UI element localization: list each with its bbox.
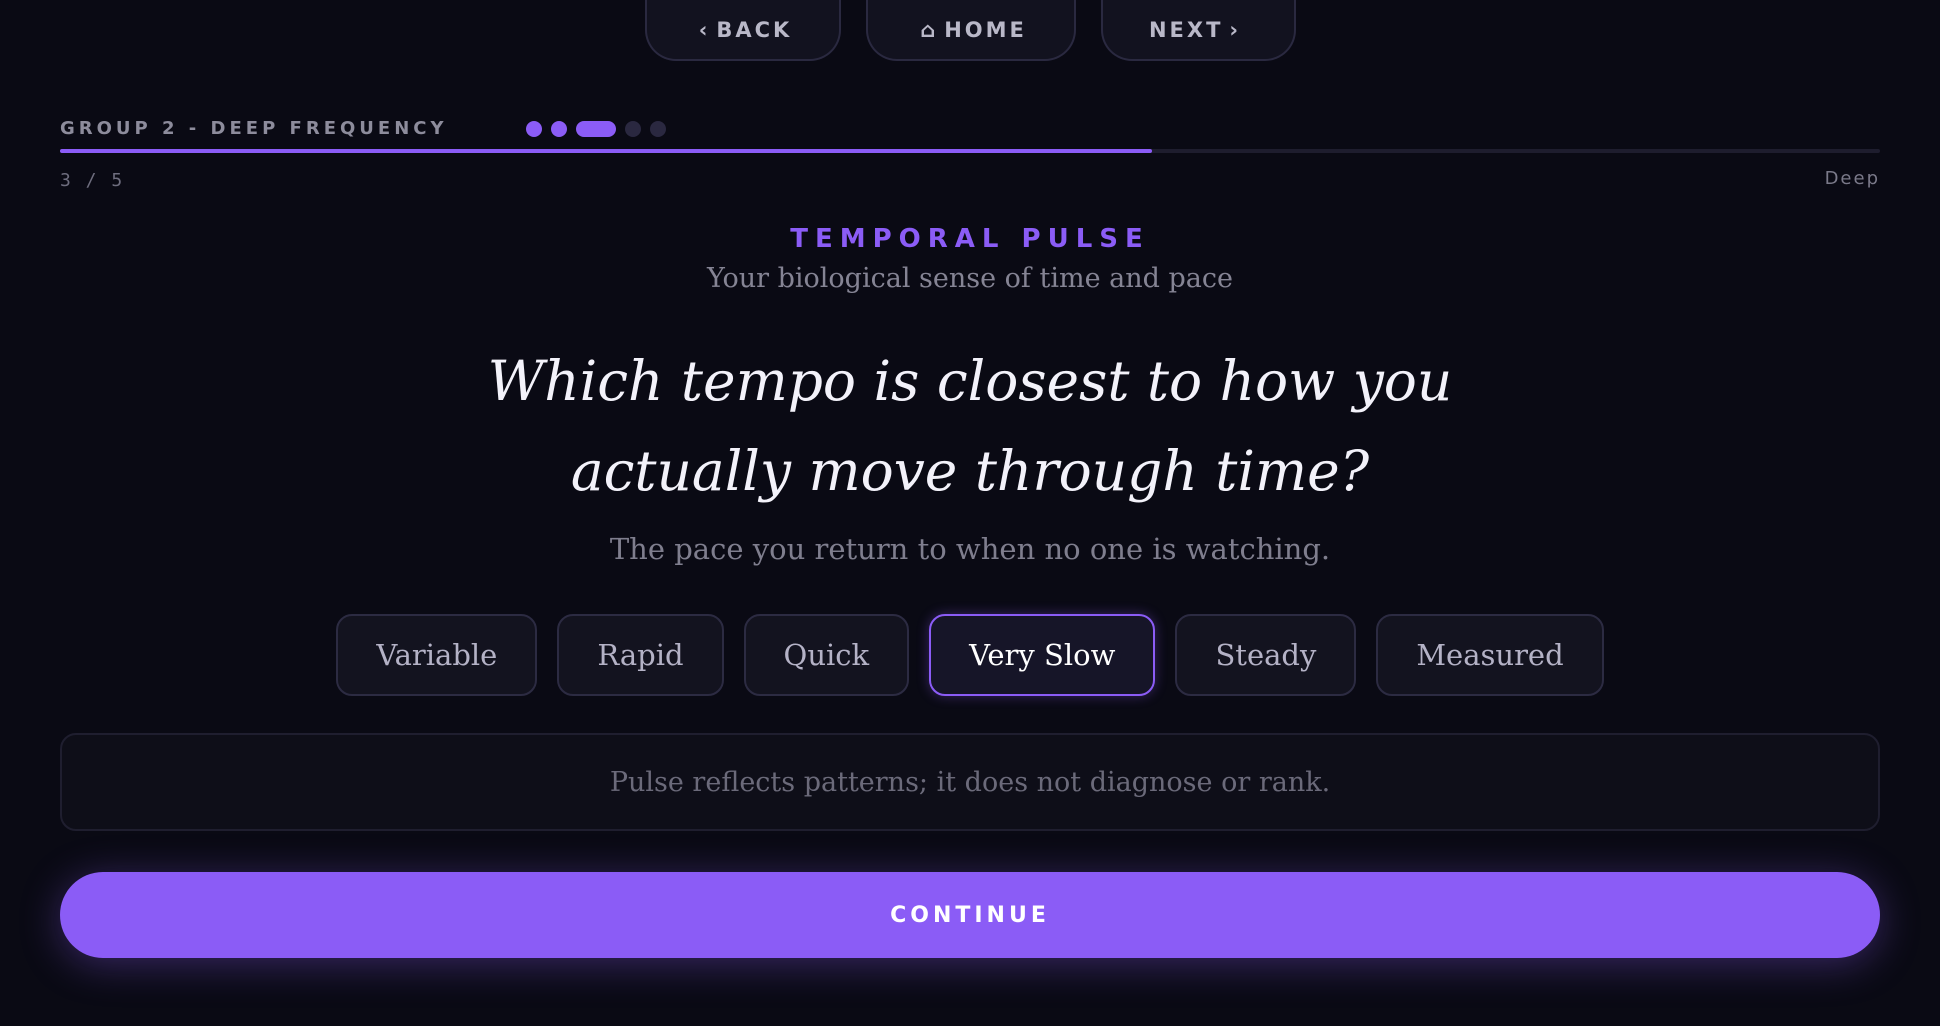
option-rapid[interactable]: Rapid	[557, 614, 724, 696]
step-dot-1	[526, 121, 542, 137]
step-dot-2	[551, 121, 567, 137]
option-label: Variable	[376, 638, 498, 672]
disclaimer-note: Pulse reflects patterns; it does not dia…	[60, 733, 1880, 831]
option-label: Measured	[1416, 638, 1564, 672]
option-variable[interactable]: Variable	[336, 614, 538, 696]
step-dot-3	[576, 121, 616, 137]
depth-label: Deep	[1824, 168, 1880, 189]
option-very-slow[interactable]: Very Slow	[929, 614, 1156, 696]
option-label: Quick	[783, 638, 870, 672]
option-quick[interactable]: Quick	[743, 614, 910, 696]
home-button[interactable]: ⌂ HOME	[865, 0, 1076, 61]
option-label: Steady	[1215, 638, 1317, 672]
progress-bar	[60, 149, 1880, 153]
home-label: HOME	[944, 17, 1027, 42]
answer-options: Variable Rapid Quick Very Slow Steady Me…	[0, 614, 1940, 696]
back-label: BACK	[716, 17, 793, 42]
question-hint: The pace you return to when no one is wa…	[609, 532, 1331, 566]
top-navigation: ‹ BACK ⌂ HOME NEXT ›	[0, 0, 1940, 62]
continue-button[interactable]: CONTINUE	[60, 872, 1880, 958]
back-button[interactable]: ‹ BACK	[644, 0, 841, 61]
section-title: TEMPORAL PULSE	[790, 224, 1150, 254]
group-label: GROUP 2 - DEEP FREQUENCY	[60, 118, 448, 139]
chevron-left-icon: ‹	[698, 17, 711, 42]
step-dot-5	[650, 121, 666, 137]
option-steady[interactable]: Steady	[1175, 614, 1357, 696]
option-label: Rapid	[597, 638, 684, 672]
question-text: Which tempo is closest to how you actual…	[487, 349, 1453, 503]
progress-fill	[60, 149, 1152, 153]
step-dots	[526, 121, 666, 137]
option-label: Very Slow	[969, 638, 1116, 672]
next-button[interactable]: NEXT ›	[1100, 0, 1296, 61]
section-subtitle: Your biological sense of time and pace	[707, 263, 1233, 294]
chevron-right-icon: ›	[1229, 17, 1242, 42]
home-icon: ⌂	[920, 17, 939, 42]
step-counter: 3 / 5	[60, 170, 125, 191]
step-dot-4	[625, 121, 641, 137]
next-label: NEXT	[1148, 17, 1224, 42]
option-measured[interactable]: Measured	[1376, 614, 1604, 696]
